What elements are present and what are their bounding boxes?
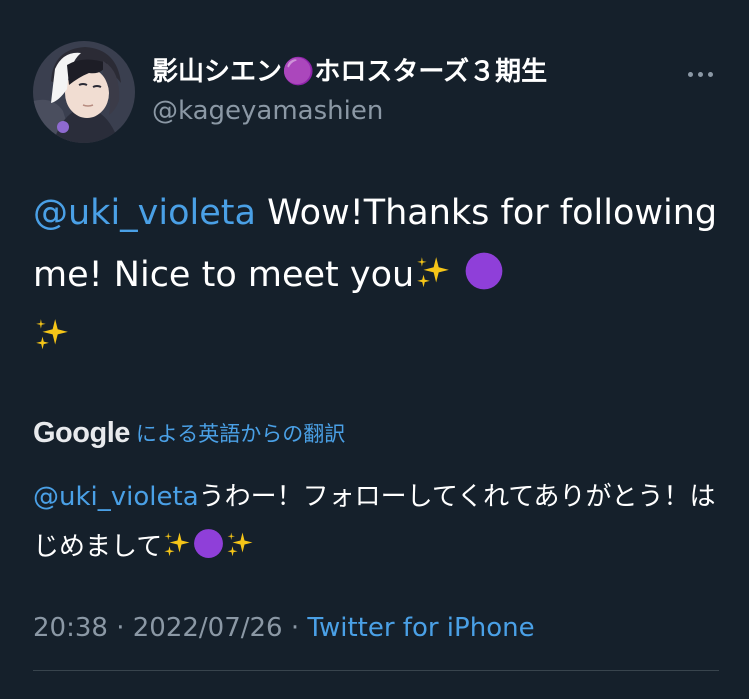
translation-link[interactable]: による英語からの翻訳 — [136, 418, 345, 448]
tweet-metadata: 20:38 · 2022/07/26 · Twitter for iPhone — [33, 608, 535, 648]
tweet-time: 20:38 — [33, 613, 108, 643]
translated-mention-link[interactable]: @uki_violeta — [33, 482, 199, 512]
display-name[interactable]: 影山シエン🟣ホロスターズ３期生 — [152, 55, 547, 89]
sparkles-icon — [33, 316, 71, 354]
tweet-source-link[interactable]: Twitter for iPhone — [307, 613, 534, 643]
sparkles-icon — [225, 530, 255, 560]
tweet-date: 2022/07/26 — [132, 613, 283, 643]
google-logo: Google — [33, 416, 130, 449]
tweet-text: @uki_violeta Wow!Thanks for following me… — [33, 182, 723, 368]
tweet-detail: 影山シエン🟣ホロスターズ３期生 @kageyamashien @uki_viol… — [0, 0, 749, 699]
meta-separator: · — [107, 613, 133, 643]
mention-link[interactable]: @uki_violeta — [33, 193, 256, 233]
sparkles-icon — [162, 530, 192, 560]
sparkles-icon — [414, 254, 452, 292]
purple-circle-icon — [463, 250, 505, 292]
user-handle: @kageyamashien — [152, 96, 384, 126]
translated-text: @uki_violetaうわー！フォローしてくれてありがとう！はじめまして — [33, 472, 723, 572]
translation-header: Google による英語からの翻訳 — [33, 412, 345, 454]
divider — [33, 670, 719, 671]
more-options-icon[interactable] — [682, 62, 718, 86]
meta-separator: · — [282, 613, 308, 643]
purple-circle-icon — [192, 527, 225, 560]
avatar[interactable] — [33, 41, 135, 143]
